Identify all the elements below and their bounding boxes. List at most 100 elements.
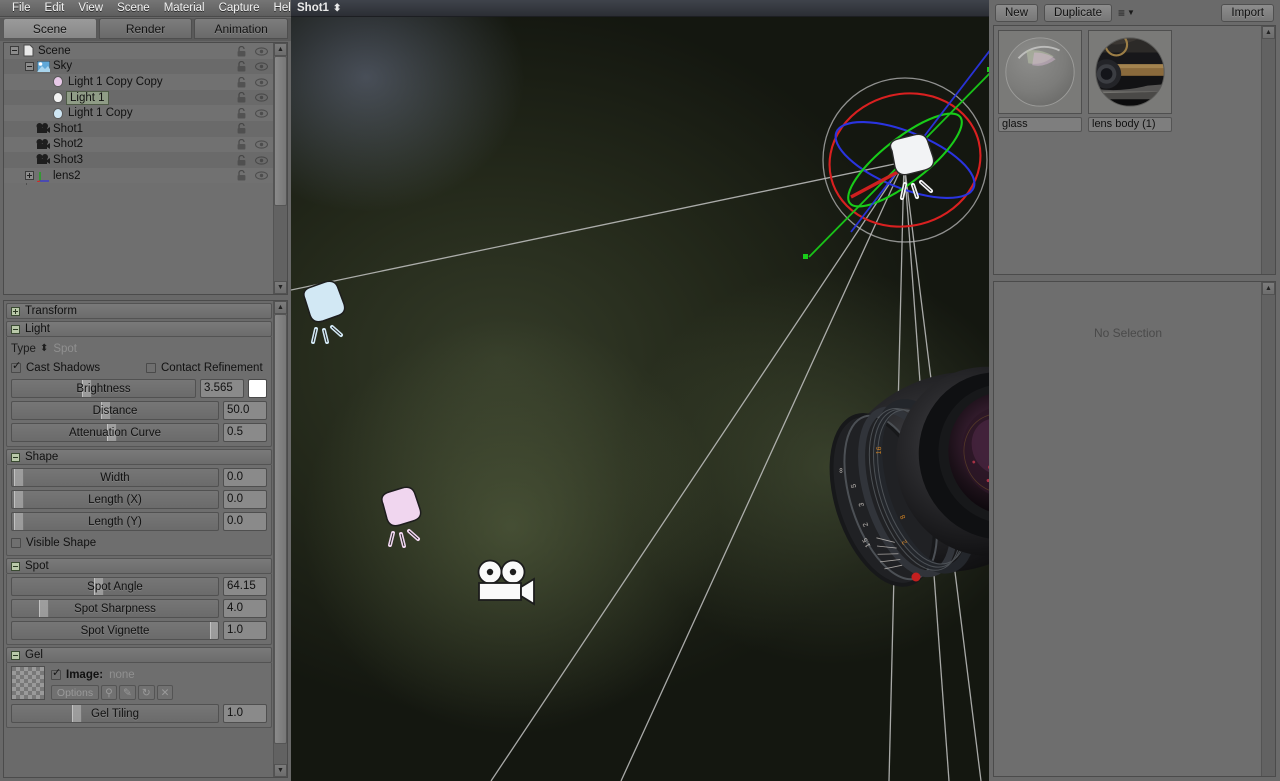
search-icon[interactable]: ⚲ xyxy=(101,685,117,700)
width-slider[interactable]: Width xyxy=(11,468,219,487)
material-menu-button[interactable]: ≡ ▼ xyxy=(1118,6,1135,20)
distance-value[interactable]: 50.0 xyxy=(223,401,267,420)
material-name-lens-body[interactable]: lens body (1) xyxy=(1088,117,1172,132)
tree-expander[interactable] xyxy=(23,62,35,71)
group-header-spot[interactable]: Spot xyxy=(6,558,272,574)
duplicate-material-button[interactable]: Duplicate xyxy=(1044,4,1112,22)
visibility-eye-icon[interactable] xyxy=(255,92,268,104)
lock-icon[interactable] xyxy=(235,154,248,166)
gel-tiling-value[interactable]: 1.0 xyxy=(223,704,267,723)
visibility-eye-icon[interactable] xyxy=(255,154,268,166)
spot-vignette-value[interactable]: 1.0 xyxy=(223,621,267,640)
scroll-up-icon[interactable]: ▲ xyxy=(274,43,287,56)
scrollbar-thumb[interactable] xyxy=(274,56,287,206)
shot-selector-icon[interactable]: ⬍ xyxy=(333,3,341,14)
length-x-value[interactable]: 0.0 xyxy=(223,490,267,509)
lock-icon[interactable] xyxy=(235,92,248,104)
menu-item-material[interactable]: Material xyxy=(157,0,212,16)
visibility-eye-icon[interactable] xyxy=(255,61,268,73)
tab-render[interactable]: Render xyxy=(99,18,193,39)
lock-icon[interactable] xyxy=(235,123,248,135)
slider-handle[interactable] xyxy=(210,622,219,639)
scrollbar-track[interactable] xyxy=(1262,39,1275,274)
material-card-lens-body[interactable]: lens body (1) xyxy=(1088,30,1172,270)
gel-tiling-slider[interactable]: Gel Tiling xyxy=(11,704,219,723)
selected-light-gizmo[interactable] xyxy=(890,134,933,198)
spot-angle-slider[interactable]: Spot Angle xyxy=(11,577,219,596)
menu-item-scene[interactable]: Scene xyxy=(110,0,157,16)
cast-shadows-checkbox[interactable]: Cast Shadows xyxy=(11,359,146,376)
expand-plus-icon[interactable] xyxy=(11,307,20,316)
collapse-minus-icon[interactable] xyxy=(11,562,20,571)
edit-pencil-icon[interactable]: ✎ xyxy=(119,685,136,700)
material-card-glass[interactable]: glass xyxy=(998,30,1082,270)
tree-row-scene[interactable]: Scene xyxy=(4,43,273,59)
spot-sharpness-slider[interactable]: Spot Sharpness xyxy=(11,599,219,618)
light-color-swatch[interactable] xyxy=(248,379,267,398)
menu-item-file[interactable]: File xyxy=(5,0,38,16)
length-y-value[interactable]: 0.0 xyxy=(223,512,267,531)
contact-refinement-checkbox[interactable]: Contact Refinement xyxy=(146,359,263,376)
collapse-minus-icon[interactable] xyxy=(11,325,20,334)
length-x-slider[interactable]: Length (X) xyxy=(11,490,219,509)
scene-tree-list[interactable]: SceneSkyLight 1 Copy CopyLight 1Light 1 … xyxy=(4,43,273,294)
tree-row-shot2[interactable]: Shot2 xyxy=(4,137,273,153)
scrollbar-track[interactable] xyxy=(274,56,287,281)
lock-icon[interactable] xyxy=(235,170,248,182)
slider-handle[interactable] xyxy=(14,513,24,530)
scrollbar-track[interactable] xyxy=(274,314,287,764)
scrollbar-track[interactable] xyxy=(1262,295,1275,776)
collapse-minus-icon[interactable] xyxy=(10,46,19,55)
scrollbar-thumb[interactable] xyxy=(274,314,287,744)
brightness-value[interactable]: 3.565 xyxy=(200,379,244,398)
menu-item-capture[interactable]: Capture xyxy=(212,0,267,16)
tree-row-light-1-copy[interactable]: Light 1 Copy xyxy=(4,105,273,121)
lens-body-thumbnail[interactable] xyxy=(1088,30,1172,114)
tree-row-shot3[interactable]: Shot3 xyxy=(4,152,273,168)
camera-gizmo[interactable] xyxy=(479,561,535,605)
scroll-up-icon[interactable]: ▲ xyxy=(274,301,287,314)
lock-icon[interactable] xyxy=(235,45,248,57)
collapse-minus-icon[interactable] xyxy=(11,651,20,660)
group-header-gel[interactable]: Gel xyxy=(6,647,272,663)
light-gizmo-blue[interactable] xyxy=(304,281,345,342)
gel-image-row[interactable]: Image: none xyxy=(51,666,267,683)
light-type-row[interactable]: Type ⬍ Spot xyxy=(11,340,267,357)
tree-expander[interactable] xyxy=(23,171,35,180)
menu-item-view[interactable]: View xyxy=(71,0,110,16)
spot-angle-value[interactable]: 64.15 xyxy=(223,577,267,596)
material-name-glass[interactable]: glass xyxy=(998,117,1082,132)
collapse-minus-icon[interactable] xyxy=(11,453,20,462)
checkbox-unchecked-icon[interactable] xyxy=(11,538,21,548)
lens-3d-model[interactable]: ∞ 5 3 2 1.5 16 8 2 xyxy=(806,340,989,604)
rotation-gizmo[interactable] xyxy=(803,49,989,259)
menu-item-edit[interactable]: Edit xyxy=(38,0,72,16)
attenuation-curve-value[interactable]: 0.5 xyxy=(223,423,267,442)
light-gizmo-pink[interactable] xyxy=(382,487,421,546)
brightness-slider[interactable]: Brightness xyxy=(11,379,196,398)
slider-handle[interactable] xyxy=(14,469,24,486)
expand-plus-icon[interactable] xyxy=(25,171,34,180)
checkbox-unchecked-icon[interactable] xyxy=(146,363,156,373)
collapse-minus-icon[interactable] xyxy=(25,62,34,71)
spot-sharpness-value[interactable]: 4.0 xyxy=(223,599,267,618)
lock-icon[interactable] xyxy=(235,76,248,88)
visible-shape-checkbox[interactable]: Visible Shape xyxy=(11,534,267,551)
tab-scene[interactable]: Scene xyxy=(3,18,97,39)
checkbox-checked-icon[interactable] xyxy=(11,363,21,373)
reload-icon[interactable]: ↻ xyxy=(138,685,155,700)
slider-handle[interactable] xyxy=(72,705,82,722)
lock-icon[interactable] xyxy=(235,139,248,151)
viewport-canvas[interactable]: ∞ 5 3 2 1.5 16 8 2 xyxy=(291,17,989,781)
hamburger-menu-icon[interactable]: ≡ xyxy=(1118,6,1125,20)
attenuation-curve-slider[interactable]: Attenuation Curve xyxy=(11,423,219,442)
material-list-scrollbar[interactable]: ▲ xyxy=(1261,26,1275,274)
slider-handle[interactable] xyxy=(39,600,49,617)
lock-icon[interactable] xyxy=(235,107,248,119)
scroll-down-icon[interactable]: ▼ xyxy=(274,764,287,777)
visibility-eye-icon[interactable] xyxy=(255,107,268,119)
spot-vignette-slider[interactable]: Spot Vignette xyxy=(11,621,219,640)
tree-row-lens2[interactable]: lens2 xyxy=(4,168,273,184)
visibility-eye-icon[interactable] xyxy=(255,139,268,151)
properties-scrollbar[interactable]: ▲ ▼ xyxy=(273,301,287,777)
